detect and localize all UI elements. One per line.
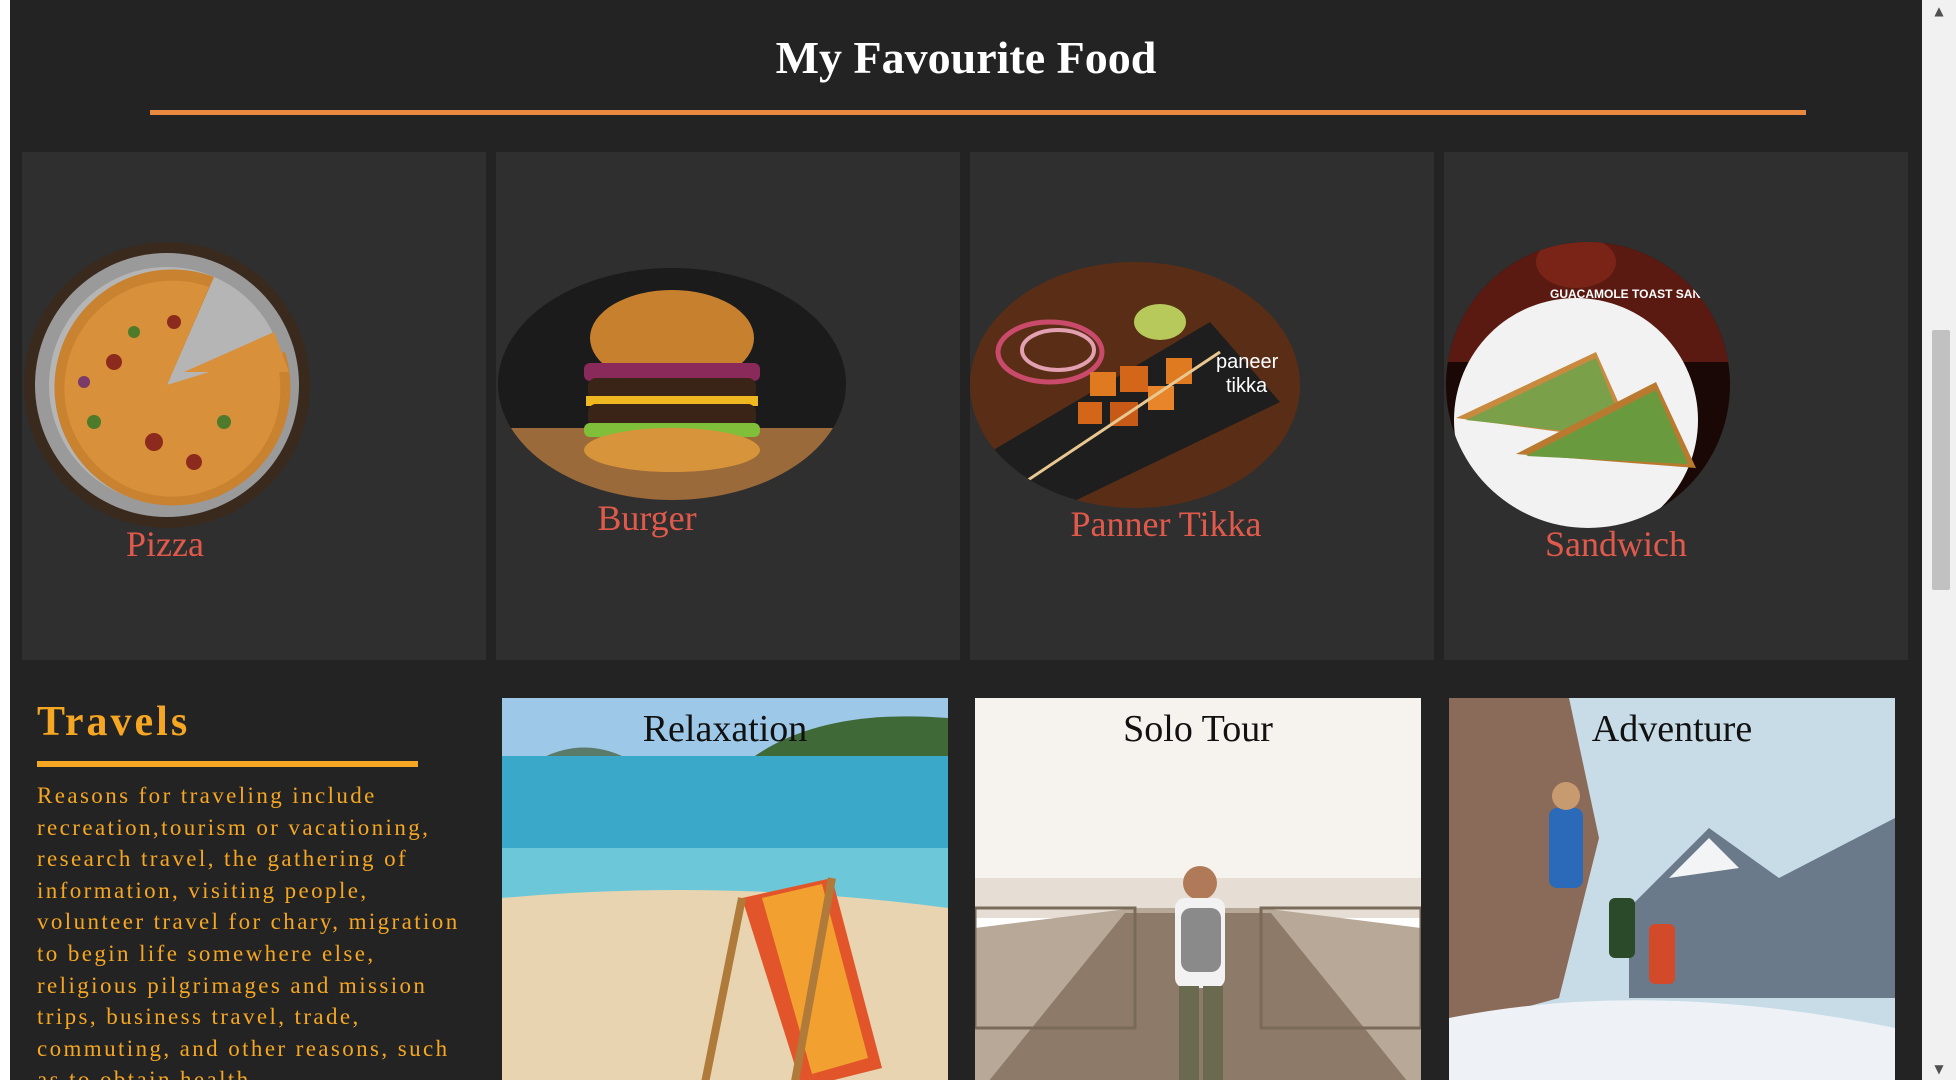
tikka-text: tikka	[1226, 375, 1268, 397]
food-section-title: My Favourite Food	[775, 32, 1157, 83]
sandwich-image: GUACAMOLE TOAST SAND	[1446, 242, 1730, 528]
relaxation-image	[502, 698, 948, 1080]
food-title-divider	[150, 110, 1806, 115]
page: My Favourite Food Pizza Burger paneer ti…	[10, 0, 1922, 1080]
travel-card-adventure[interactable]: Adventure	[1449, 698, 1895, 1080]
solo-tour-image	[975, 698, 1421, 1080]
food-card-paneer-tikka[interactable]: paneer tikka Panner Tikka	[970, 152, 1434, 660]
travel-label-relaxation: Relaxation	[642, 708, 808, 750]
vertical-scrollbar[interactable]: ▲ ▼	[1922, 0, 1956, 1080]
food-label-burger: Burger	[597, 498, 697, 538]
scrollbar-thumb[interactable]	[1932, 330, 1950, 590]
food-label-sandwich: Sandwich	[1545, 524, 1687, 564]
travel-card-solo-tour[interactable]: Solo Tour	[975, 698, 1421, 1080]
food-card-sandwich[interactable]: GUACAMOLE TOAST SAND Sandwich	[1444, 152, 1908, 660]
paneer-tikka-image: paneer tikka	[970, 262, 1300, 508]
pizza-image	[24, 242, 310, 528]
travels-title: Travels	[37, 699, 191, 745]
food-card-burger[interactable]: Burger	[496, 152, 960, 660]
travel-label-solo-tour: Solo Tour	[1123, 708, 1273, 750]
adventure-image	[1449, 698, 1895, 1080]
paneer-text: paneer	[1216, 351, 1279, 373]
sandwich-banner-text: GUACAMOLE TOAST SAND	[1550, 287, 1710, 301]
travels-description: Reasons for traveling include recreation…	[37, 783, 460, 1080]
travels-divider	[37, 761, 418, 767]
travel-card-relaxation[interactable]: Relaxation	[502, 698, 948, 1080]
scroll-up-arrow-icon[interactable]: ▲	[1922, 0, 1956, 22]
burger-image	[498, 268, 846, 500]
food-card-pizza[interactable]: Pizza	[22, 152, 486, 660]
food-label-pizza: Pizza	[126, 524, 204, 564]
scroll-down-arrow-icon[interactable]: ▼	[1922, 1058, 1956, 1080]
travel-label-adventure: Adventure	[1591, 708, 1753, 750]
food-label-panner-tikka: Panner Tikka	[1070, 504, 1262, 544]
